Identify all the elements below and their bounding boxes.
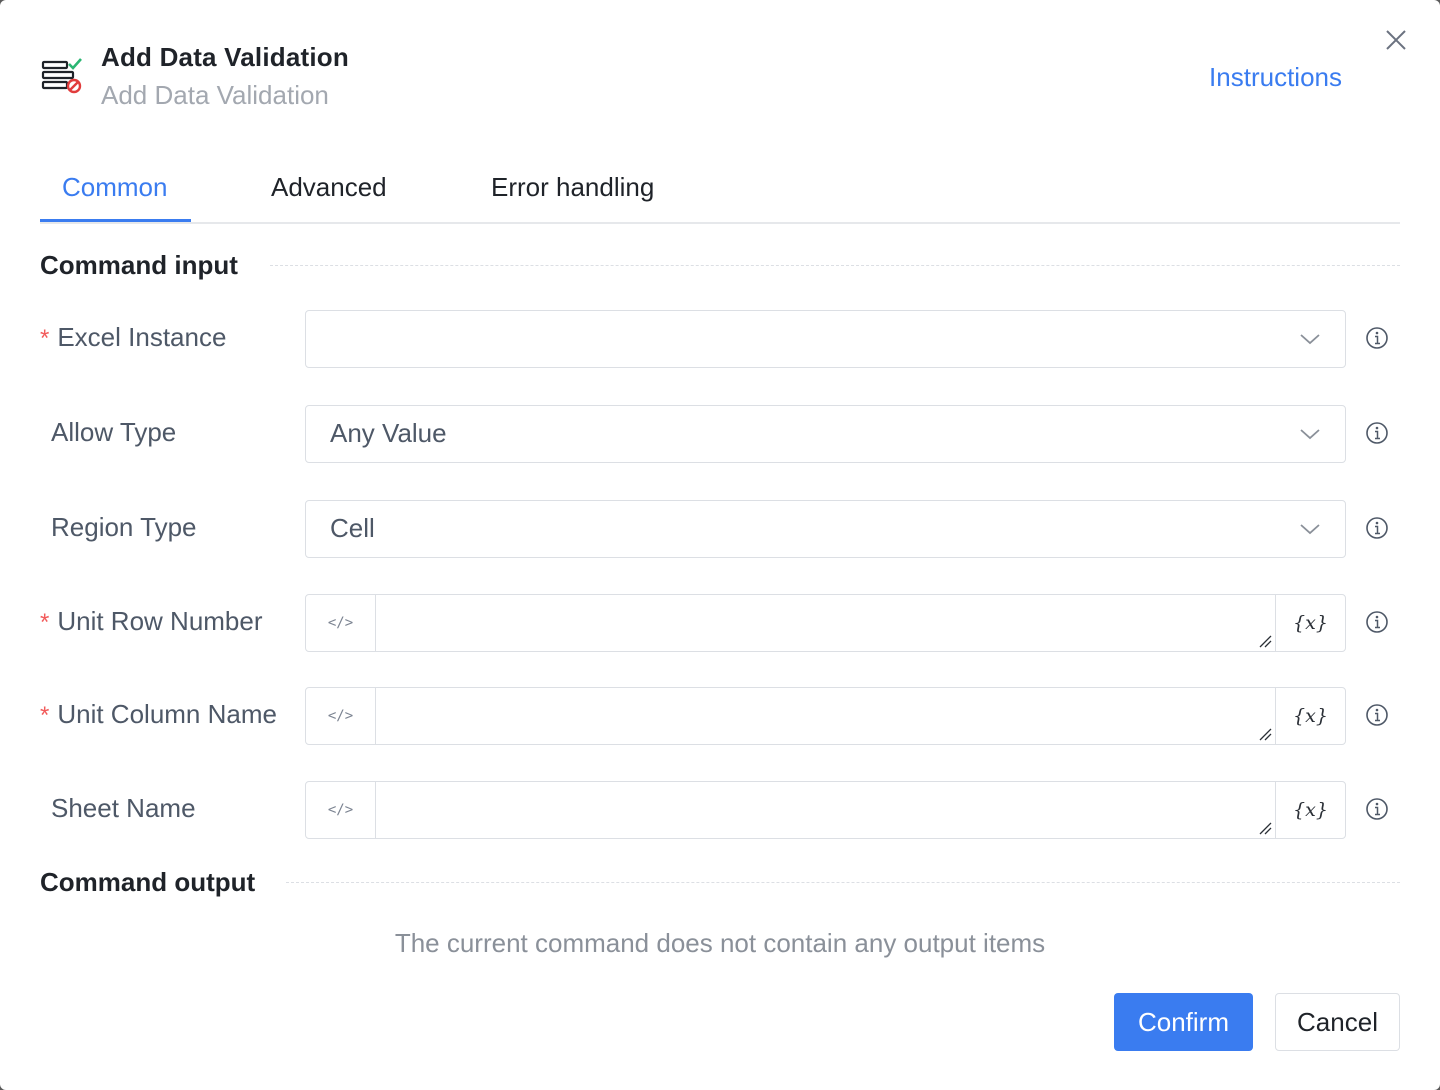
sheet-name-field: </> {x}	[305, 781, 1346, 839]
code-mode-toggle[interactable]: </>	[306, 595, 376, 651]
sheet-name-input[interactable]	[376, 782, 1275, 838]
data-validation-icon	[41, 58, 82, 94]
chevron-down-icon	[1300, 524, 1320, 535]
section-divider	[270, 265, 1400, 266]
unit-row-number-field: </> {x}	[305, 594, 1346, 652]
tab-error-handling[interactable]: Error handling	[491, 172, 654, 203]
insert-variable-button[interactable]: {x}	[1275, 688, 1345, 744]
resize-handle-icon[interactable]	[1258, 727, 1272, 741]
confirm-button[interactable]: Confirm	[1114, 993, 1253, 1051]
tab-bar: Common Advanced Error handling	[40, 160, 1400, 224]
sheet-name-label: Sheet Name	[51, 793, 196, 823]
code-mode-toggle[interactable]: </>	[306, 688, 376, 744]
excel-instance-label: * Excel Instance	[40, 322, 226, 353]
unit-column-name-input[interactable]	[376, 688, 1275, 744]
code-mode-toggle[interactable]: </>	[306, 782, 376, 838]
allow-type-label: Allow Type	[51, 417, 177, 447]
active-tab-indicator	[40, 219, 191, 222]
excel-instance-label-text: Excel Instance	[57, 322, 227, 352]
unit-column-name-label-text: Unit Column Name	[57, 699, 277, 729]
required-marker: *	[40, 702, 50, 729]
info-icon[interactable]	[1365, 326, 1389, 350]
excel-instance-select[interactable]	[305, 310, 1346, 368]
required-marker: *	[40, 325, 50, 352]
insert-variable-button[interactable]: {x}	[1275, 782, 1345, 838]
region-type-select[interactable]: Cell	[305, 500, 1346, 558]
allow-type-select[interactable]: Any Value	[305, 405, 1346, 463]
required-marker: *	[40, 609, 50, 636]
add-data-validation-dialog: Add Data Validation Add Data Validation …	[0, 0, 1440, 1090]
info-icon[interactable]	[1365, 703, 1389, 727]
unit-column-name-label: * Unit Column Name	[40, 699, 277, 730]
dialog-subtitle: Add Data Validation	[101, 80, 329, 110]
info-icon[interactable]	[1365, 797, 1389, 821]
tab-advanced[interactable]: Advanced	[271, 172, 387, 203]
instructions-link[interactable]: Instructions	[1209, 62, 1342, 93]
insert-variable-button[interactable]: {x}	[1275, 595, 1345, 651]
info-icon[interactable]	[1365, 421, 1389, 445]
empty-output-message: The current command does not contain any…	[394, 928, 1046, 958]
info-icon[interactable]	[1365, 610, 1389, 634]
unit-row-number-input[interactable]	[376, 595, 1275, 651]
unit-row-number-label-text: Unit Row Number	[57, 606, 263, 636]
cancel-button[interactable]: Cancel	[1275, 993, 1400, 1051]
region-type-label: Region Type	[51, 512, 197, 542]
command-output-title: Command output	[40, 867, 256, 897]
info-icon[interactable]	[1365, 516, 1389, 540]
resize-handle-icon[interactable]	[1258, 821, 1272, 835]
unit-row-number-label: * Unit Row Number	[40, 606, 263, 637]
allow-type-value: Any Value	[330, 418, 447, 448]
unit-column-name-field: </> {x}	[305, 687, 1346, 745]
dialog-title: Add Data Validation	[101, 42, 349, 72]
section-divider	[286, 882, 1400, 883]
tab-common[interactable]: Common	[62, 172, 167, 203]
chevron-down-icon	[1300, 334, 1320, 345]
resize-handle-icon[interactable]	[1258, 634, 1272, 648]
chevron-down-icon	[1300, 429, 1320, 440]
close-icon[interactable]	[1382, 26, 1410, 54]
region-type-value: Cell	[330, 513, 375, 543]
command-input-title: Command input	[40, 250, 238, 280]
